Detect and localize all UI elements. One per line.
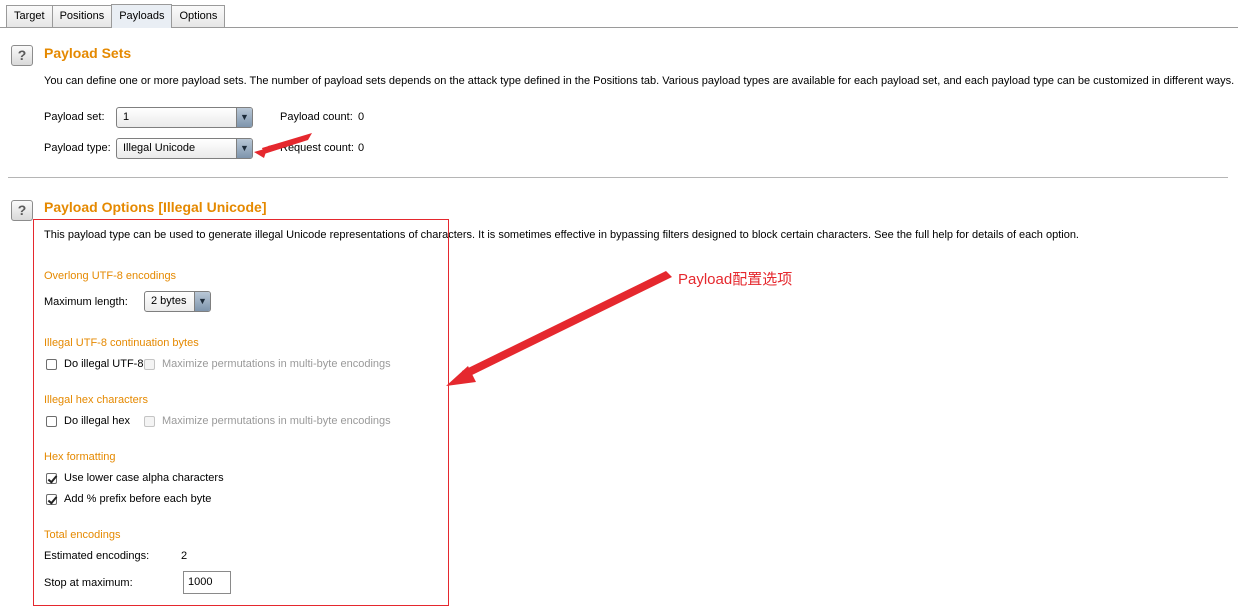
arrow-to-options-box [446,271,672,386]
tab-payloads[interactable]: Payloads [111,4,173,28]
arrow-to-payload-type [254,133,312,158]
annotation-arrows [254,133,672,386]
arrow-shaft-icon [462,271,672,378]
arrow-shaft-icon [262,133,312,154]
